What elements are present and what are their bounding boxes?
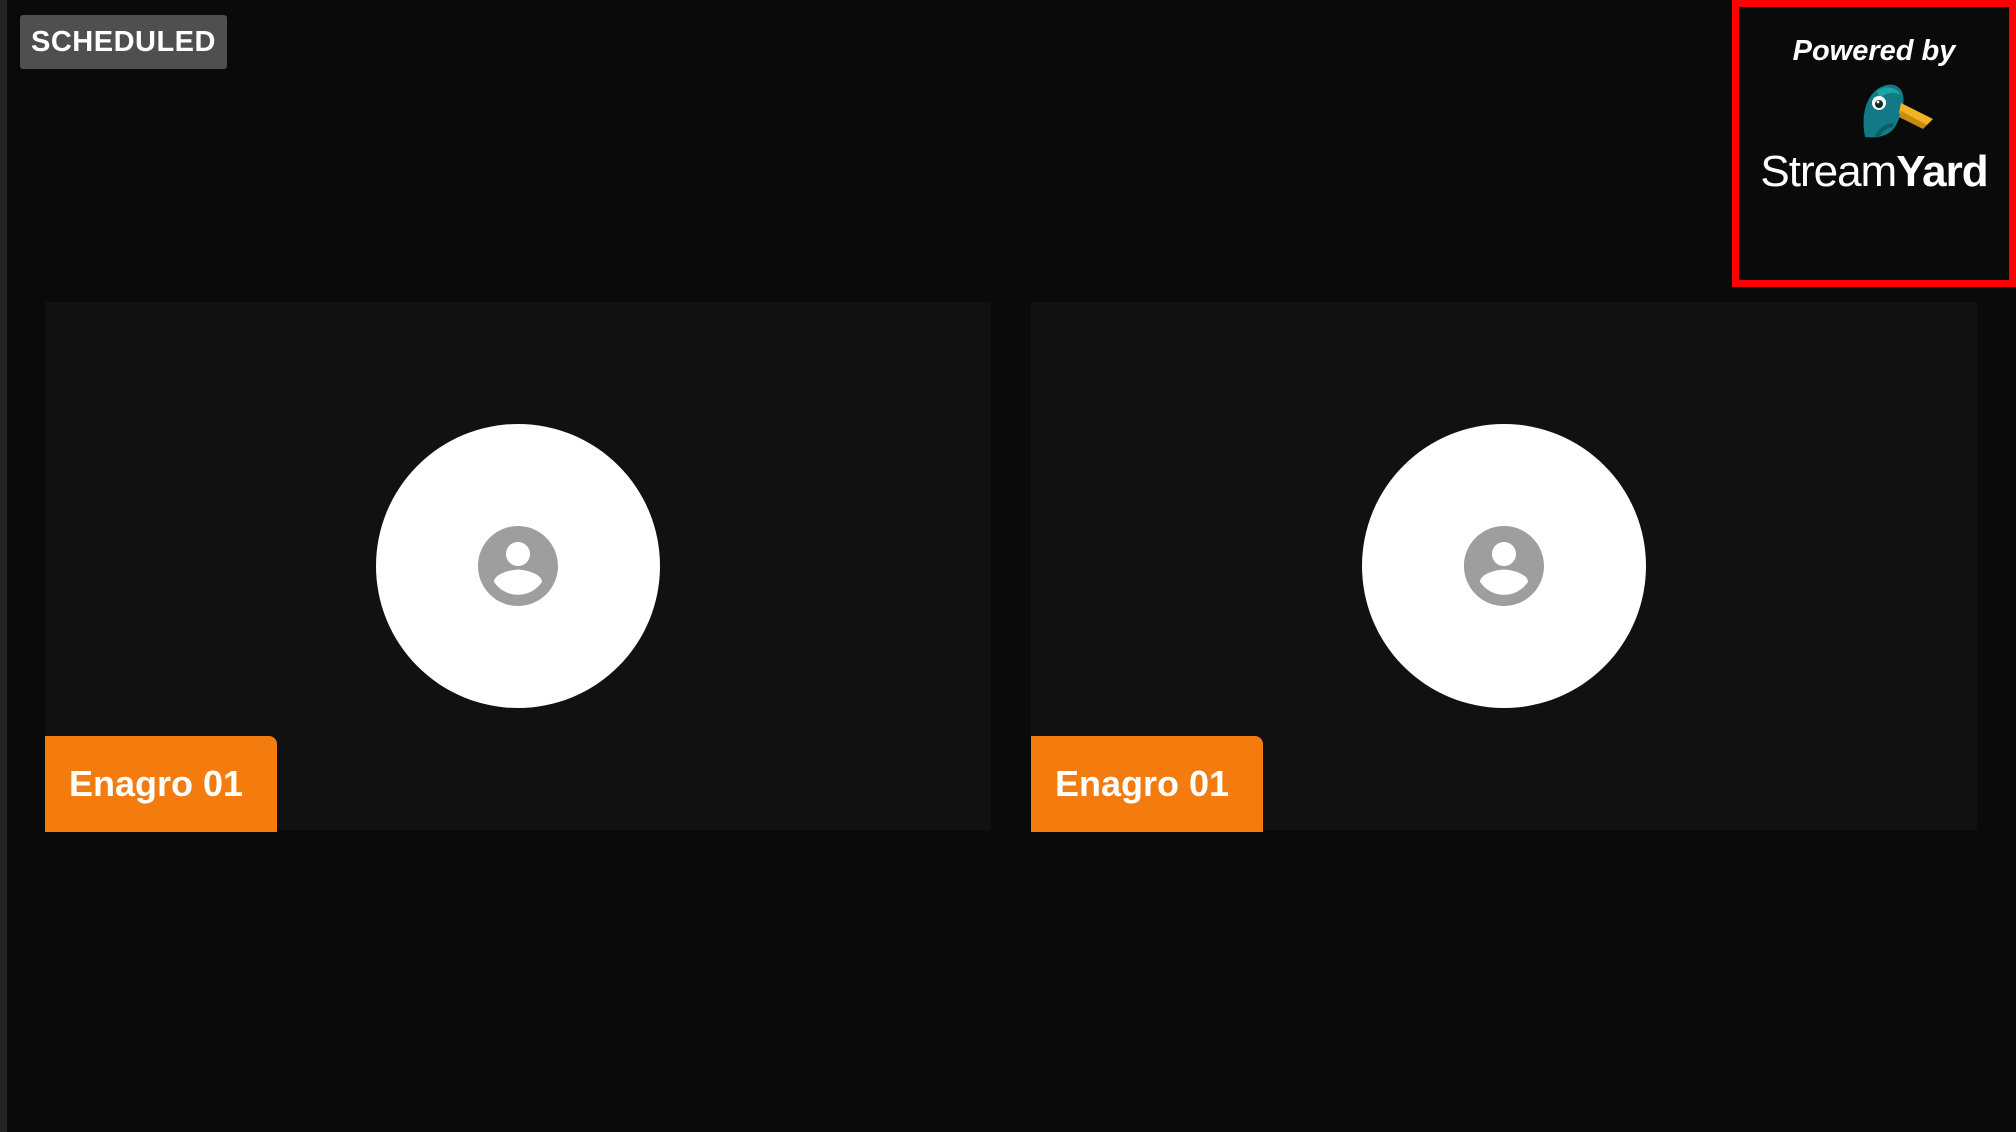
left-edge (0, 0, 7, 1132)
wordmark-stream: Stream (1760, 147, 1897, 196)
wordmark-yard: Yard (1896, 147, 1988, 196)
participant-name-tag: Enagro 01 (1031, 736, 1263, 832)
status-badge: SCHEDULED (20, 15, 227, 69)
participant-tile[interactable]: Enagro 01 (1031, 302, 1977, 832)
streamyard-bird-logo (1863, 84, 1933, 138)
avatar (1362, 424, 1646, 708)
participant-name-tag: Enagro 01 (45, 736, 277, 832)
streamyard-wordmark: StreamYard (1739, 147, 2009, 197)
user-icon (478, 526, 558, 606)
powered-by-streamyard: Powered by StreamYard (1732, 0, 2016, 287)
participant-tile[interactable]: Enagro 01 (45, 302, 991, 832)
avatar (376, 424, 660, 708)
user-icon (1464, 526, 1544, 606)
powered-by-label: Powered by (1792, 35, 1956, 67)
